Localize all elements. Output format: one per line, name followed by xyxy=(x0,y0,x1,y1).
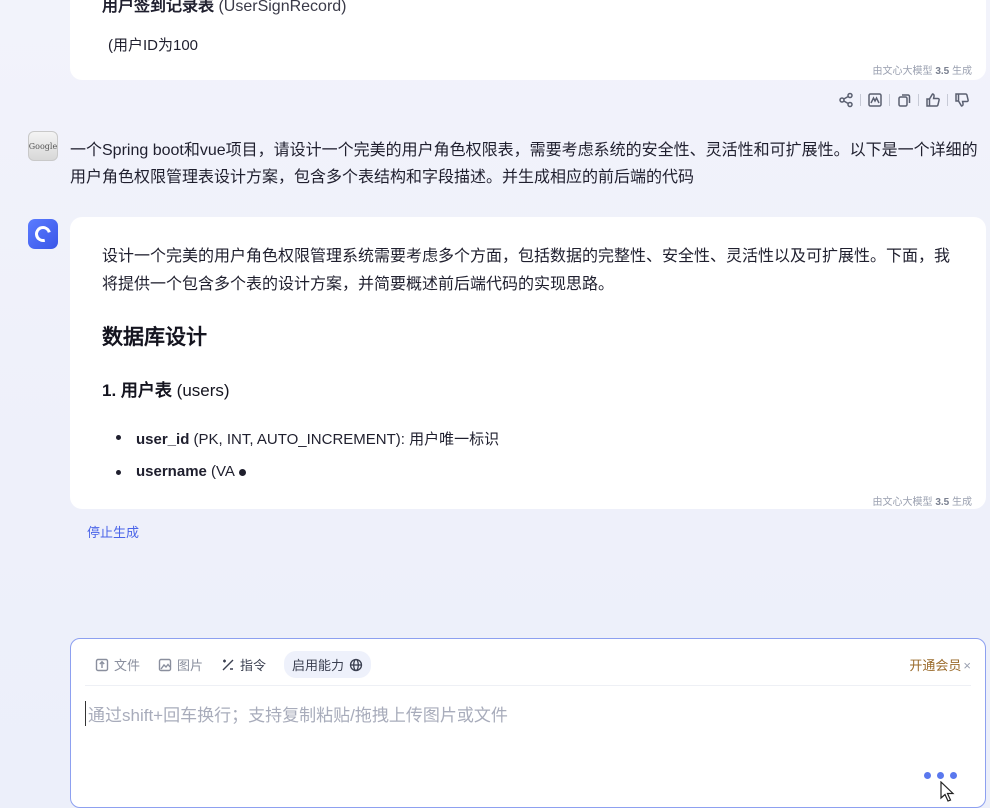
answer-subheading: 1. 用户表 (users) xyxy=(102,381,230,400)
composer-divider xyxy=(85,685,971,686)
message-input[interactable]: 通过shift+回车换行；支持复制粘贴/拖拽上传图片或文件 xyxy=(85,701,508,726)
copy-icon[interactable] xyxy=(890,89,918,111)
list-item: user_id (PK, INT, AUTO_INCREMENT): 用户唯一标… xyxy=(116,428,499,449)
thumbs-down-icon[interactable] xyxy=(948,89,976,111)
upload-file-button[interactable]: 文件 xyxy=(95,655,140,674)
chat-page: 用户签到记录表 (UserSignRecord) (用户ID为100 由文心大模… xyxy=(0,0,990,808)
previous-answer-heading: 用户签到记录表 (UserSignRecord) xyxy=(102,0,347,15)
loading-indicator-icon xyxy=(924,772,957,779)
globe-icon xyxy=(349,658,363,671)
previous-answer-line: (用户ID为100 xyxy=(108,37,199,54)
answer-intro: 设计一个完美的用户角色权限管理系统需要考虑多个方面，包括数据的完整性、安全性、灵… xyxy=(102,248,951,293)
close-vip-icon[interactable]: × xyxy=(963,658,971,673)
stop-generating-button[interactable]: 停止生成 xyxy=(87,522,139,541)
image-icon[interactable] xyxy=(861,89,889,111)
generation-note: 由文心大模型 3.5 生成 xyxy=(872,66,972,77)
picture-icon xyxy=(158,658,172,671)
answer-heading: 数据库设计 xyxy=(102,326,207,349)
command-icon xyxy=(222,659,234,670)
upload-image-button[interactable]: 图片 xyxy=(158,655,203,674)
typing-cursor-icon xyxy=(238,468,246,476)
answer-card: 设计一个完美的用户角色权限管理系统需要考虑多个方面，包括数据的完整性、安全性、灵… xyxy=(70,217,986,509)
user-avatar: Google xyxy=(28,131,58,161)
previous-answer-card: 用户签到记录表 (UserSignRecord) (用户ID为100 由文心大模… xyxy=(70,0,986,80)
file-icon xyxy=(95,658,109,671)
command-button[interactable]: 指令 xyxy=(221,655,266,674)
bot-logo-icon xyxy=(32,223,54,245)
mouse-pointer-icon xyxy=(940,781,955,802)
list-item: username (VA xyxy=(116,463,246,480)
message-composer: 文件 图片 指令 启用能力 开通会员 × 通过shift+回车换行；支持复制粘贴/… xyxy=(70,638,986,808)
user-message-text: 一个Spring boot和vue项目，请设计一个完美的用户角色权限表，需要考虑… xyxy=(70,142,978,186)
enable-ability-button[interactable]: 启用能力 xyxy=(284,651,372,678)
composer-toolbar: 文件 图片 指令 启用能力 xyxy=(95,651,372,678)
answer-actions-toolbar xyxy=(832,89,976,111)
bot-avatar xyxy=(28,219,58,249)
generation-note: 由文心大模型 3.5 生成 xyxy=(872,497,972,508)
open-vip-link[interactable]: 开通会员 × xyxy=(909,655,971,674)
thumbs-up-icon[interactable] xyxy=(919,89,947,111)
share-icon[interactable] xyxy=(832,89,860,111)
